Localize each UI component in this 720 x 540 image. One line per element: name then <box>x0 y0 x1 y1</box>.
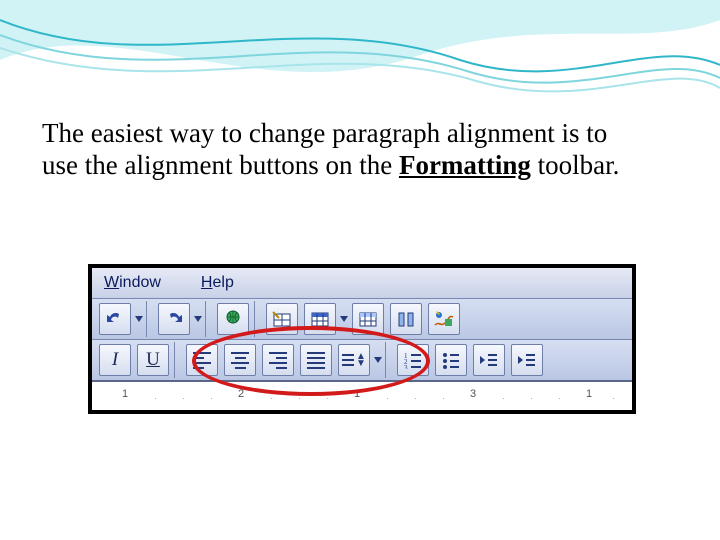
body-bold: Formatting <box>399 150 531 180</box>
numbering-icon: 123 <box>403 351 423 369</box>
align-center-icon <box>231 352 249 369</box>
italic-button[interactable]: I <box>99 344 131 376</box>
standard-toolbar-row <box>92 298 632 339</box>
increase-indent-button[interactable] <box>511 344 543 376</box>
insert-worksheet-button[interactable] <box>352 303 384 335</box>
italic-icon: I <box>112 349 118 371</box>
decrease-indent-icon <box>479 351 499 369</box>
menubar: Window Help <box>92 268 632 298</box>
align-right-icon <box>269 352 287 369</box>
numbering-button[interactable]: 123 <box>397 344 429 376</box>
bullets-icon <box>441 351 461 369</box>
slide: The easiest way to change paragraph alig… <box>0 0 720 540</box>
insert-table-button[interactable] <box>304 303 336 335</box>
insert-table-dropdown[interactable] <box>339 304 349 334</box>
undo-dropdown[interactable] <box>134 304 144 334</box>
line-spacing-button[interactable]: ▲▼ <box>338 344 370 376</box>
hyperlink-button[interactable] <box>217 303 249 335</box>
body-text: The easiest way to change paragraph alig… <box>42 118 622 182</box>
formatting-toolbar-row: I U ▲▼ 123 <box>92 339 632 380</box>
align-right-button[interactable] <box>262 344 294 376</box>
tables-borders-icon <box>272 310 292 328</box>
decorative-wave <box>0 0 720 110</box>
toolbar-screenshot: Window Help <box>88 264 636 414</box>
line-spacing-dropdown[interactable] <box>373 345 383 375</box>
insert-table-icon <box>310 310 330 328</box>
excel-icon <box>358 310 378 328</box>
line-spacing-icon: ▲▼ <box>342 353 366 367</box>
columns-icon <box>396 310 416 328</box>
ruler-mark: 1 <box>122 388 128 400</box>
ruler-mark: 1 <box>354 388 360 400</box>
redo-button[interactable] <box>158 303 190 335</box>
tables-borders-button[interactable] <box>266 303 298 335</box>
bullets-button[interactable] <box>435 344 467 376</box>
body-seg2: toolbar. <box>531 150 620 180</box>
drawing-icon <box>433 309 455 329</box>
increase-indent-icon <box>517 351 537 369</box>
redo-dropdown[interactable] <box>193 304 203 334</box>
align-center-button[interactable] <box>224 344 256 376</box>
ruler-mark: 3 <box>470 388 476 400</box>
undo-button[interactable] <box>99 303 131 335</box>
underline-button[interactable]: U <box>137 344 169 376</box>
drawing-button[interactable] <box>428 303 460 335</box>
align-left-icon <box>193 352 211 369</box>
svg-text:3: 3 <box>404 364 408 369</box>
redo-icon <box>164 311 184 327</box>
globe-chain-icon <box>223 309 243 329</box>
align-left-button[interactable] <box>186 344 218 376</box>
menu-window[interactable]: Window <box>104 274 161 292</box>
ruler-mark: 1 <box>586 388 592 400</box>
menu-help[interactable]: Help <box>201 274 234 292</box>
underline-icon: U <box>146 349 160 371</box>
decrease-indent-button[interactable] <box>473 344 505 376</box>
justify-button[interactable] <box>300 344 332 376</box>
undo-icon <box>105 311 125 327</box>
ruler-mark: 2 <box>238 388 244 400</box>
columns-button[interactable] <box>390 303 422 335</box>
justify-icon <box>307 352 325 369</box>
ruler: 1 ··· 2 ··· 1 ··· 3 ··· 1 · <box>92 380 632 410</box>
